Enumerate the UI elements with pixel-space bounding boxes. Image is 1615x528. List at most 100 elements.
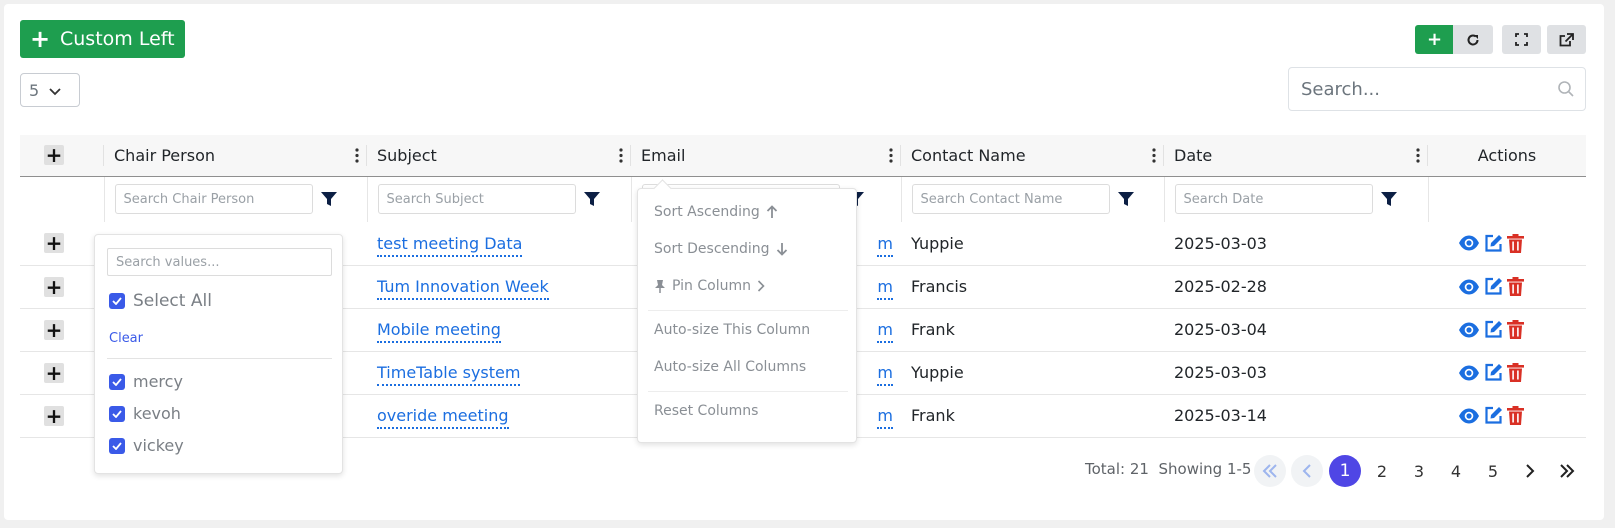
column-menu-icon[interactable] bbox=[355, 148, 359, 167]
delete-icon[interactable] bbox=[1507, 233, 1524, 253]
view-icon[interactable] bbox=[1458, 279, 1480, 295]
autosize-this-column-item[interactable]: Auto-size This Column bbox=[654, 322, 810, 338]
delete-icon[interactable] bbox=[1507, 406, 1524, 425]
prev-page-button[interactable] bbox=[1291, 455, 1323, 487]
contact-name-filter-input[interactable]: Search Contact Name bbox=[911, 184, 1110, 215]
date-cell: 2025-03-03 bbox=[1164, 222, 1428, 266]
select-all-checkbox[interactable]: Select All bbox=[109, 291, 212, 311]
autosize-all-columns-item[interactable]: Auto-size All Columns bbox=[654, 359, 806, 375]
value-option-mercy[interactable]: mercy bbox=[109, 372, 183, 391]
actions-cell bbox=[1428, 222, 1586, 266]
subject-link[interactable]: test meeting Data bbox=[377, 233, 523, 257]
next-page-button[interactable] bbox=[1514, 455, 1546, 487]
pin-column-item[interactable]: Pin Column bbox=[654, 278, 765, 294]
column-menu-icon[interactable] bbox=[1152, 148, 1156, 167]
open-external-button[interactable] bbox=[1547, 25, 1586, 54]
filter-icon[interactable] bbox=[1117, 191, 1134, 207]
refresh-icon bbox=[1467, 34, 1479, 46]
pin-column-label: Pin Column bbox=[672, 278, 751, 294]
column-header-contact-name[interactable]: Contact Name bbox=[901, 135, 1164, 177]
date-filter-input[interactable]: Search Date bbox=[1174, 184, 1373, 215]
email-link[interactable]: m bbox=[877, 320, 893, 343]
subject-filter-input[interactable]: Search Subject bbox=[377, 184, 576, 215]
delete-icon[interactable] bbox=[1507, 277, 1524, 296]
column-header-subject[interactable]: Subject bbox=[367, 135, 631, 177]
expand-row-button[interactable]: + bbox=[44, 362, 64, 383]
filter-icon[interactable] bbox=[320, 191, 337, 207]
column-header-label: Date bbox=[1174, 145, 1213, 165]
reset-columns-item[interactable]: Reset Columns bbox=[654, 403, 758, 419]
header-row: + Chair Person Subject Email Contact Nam… bbox=[20, 135, 1586, 177]
expand-row-button[interactable]: + bbox=[44, 276, 64, 297]
value-search-input[interactable]: Search values... bbox=[107, 248, 332, 276]
value-option-kevoh[interactable]: kevoh bbox=[109, 404, 181, 423]
view-icon[interactable] bbox=[1458, 408, 1480, 424]
edit-icon[interactable] bbox=[1484, 406, 1503, 425]
column-menu-icon[interactable] bbox=[889, 148, 893, 167]
delete-icon[interactable] bbox=[1507, 363, 1524, 382]
chair-person-filter-input[interactable]: Search Chair Person bbox=[114, 184, 313, 215]
fullscreen-button[interactable] bbox=[1502, 25, 1541, 54]
page-size-select[interactable]: 5 bbox=[20, 73, 80, 107]
edit-icon[interactable] bbox=[1484, 320, 1503, 339]
delete-icon[interactable] bbox=[1507, 320, 1524, 339]
subject-link[interactable]: Mobile meeting bbox=[377, 320, 501, 343]
expand-row-button[interactable]: + bbox=[44, 233, 64, 254]
column-menu-icon[interactable] bbox=[1416, 148, 1420, 167]
page-button-5[interactable]: 5 bbox=[1477, 455, 1509, 487]
email-link[interactable]: m bbox=[877, 363, 893, 386]
filter-icon[interactable] bbox=[583, 191, 600, 207]
filter-icon[interactable] bbox=[1380, 191, 1397, 207]
subject-link[interactable]: TimeTable system bbox=[377, 363, 521, 386]
value-option-vickey[interactable]: vickey bbox=[109, 436, 184, 455]
email-link[interactable]: m bbox=[877, 406, 893, 429]
expand-row-button[interactable]: + bbox=[44, 405, 64, 426]
value-filter-popup: Search values... Select All Clear mercy … bbox=[94, 234, 343, 474]
view-icon[interactable] bbox=[1458, 322, 1480, 338]
page-button-2[interactable]: 2 bbox=[1366, 455, 1398, 487]
expand-all-header[interactable]: + bbox=[20, 135, 104, 177]
column-header-date[interactable]: Date bbox=[1164, 135, 1428, 177]
view-icon[interactable] bbox=[1458, 365, 1480, 381]
date-cell: 2025-03-04 bbox=[1164, 308, 1428, 352]
column-header-label: Actions bbox=[1477, 145, 1537, 165]
contact-name-cell: Francis bbox=[901, 265, 1164, 309]
column-menu-icon[interactable] bbox=[619, 148, 623, 167]
edit-icon[interactable] bbox=[1484, 234, 1503, 253]
custom-left-button[interactable]: + Custom Left bbox=[20, 20, 185, 58]
total-count: Total: 21 bbox=[1085, 460, 1149, 478]
subject-link[interactable]: overide meeting bbox=[377, 406, 509, 429]
column-header-chair-person[interactable]: Chair Person bbox=[104, 135, 367, 177]
clear-button[interactable]: Clear bbox=[109, 331, 143, 346]
chevron-left-icon bbox=[1302, 464, 1311, 478]
email-link[interactable]: m bbox=[877, 277, 893, 300]
last-page-button[interactable] bbox=[1551, 455, 1583, 487]
fullscreen-icon bbox=[1515, 33, 1528, 46]
page-size-value: 5 bbox=[29, 80, 40, 100]
subject-link[interactable]: Tum Innovation Week bbox=[377, 277, 549, 300]
edit-icon[interactable] bbox=[1484, 363, 1503, 382]
first-page-button[interactable] bbox=[1254, 455, 1286, 487]
global-search[interactable] bbox=[1288, 67, 1586, 111]
divider bbox=[648, 391, 848, 392]
subject-cell: TimeTable system bbox=[367, 351, 631, 395]
expand-row-button[interactable]: + bbox=[44, 319, 64, 340]
sort-ascending-item[interactable]: Sort Ascending bbox=[654, 204, 778, 220]
view-icon[interactable] bbox=[1458, 235, 1480, 251]
column-header-email[interactable]: Email bbox=[631, 135, 901, 177]
pin-icon bbox=[655, 280, 665, 293]
page-button-4[interactable]: 4 bbox=[1440, 455, 1472, 487]
edit-icon[interactable] bbox=[1484, 277, 1503, 296]
filter-cell: Search Date bbox=[1164, 176, 1429, 222]
page-button-3[interactable]: 3 bbox=[1403, 455, 1435, 487]
email-link[interactable]: m bbox=[877, 233, 893, 257]
column-header-actions: Actions bbox=[1428, 135, 1586, 177]
add-row-button[interactable]: + bbox=[1415, 25, 1454, 54]
page-button-1[interactable]: 1 bbox=[1329, 455, 1361, 487]
refresh-button[interactable] bbox=[1453, 25, 1493, 54]
global-search-input[interactable] bbox=[1301, 78, 1541, 100]
filter-cell: Search Chair Person bbox=[104, 176, 368, 222]
checkbox-checked-icon bbox=[109, 437, 125, 454]
sort-descending-item[interactable]: Sort Descending bbox=[654, 241, 788, 257]
column-header-label: Subject bbox=[377, 145, 437, 165]
